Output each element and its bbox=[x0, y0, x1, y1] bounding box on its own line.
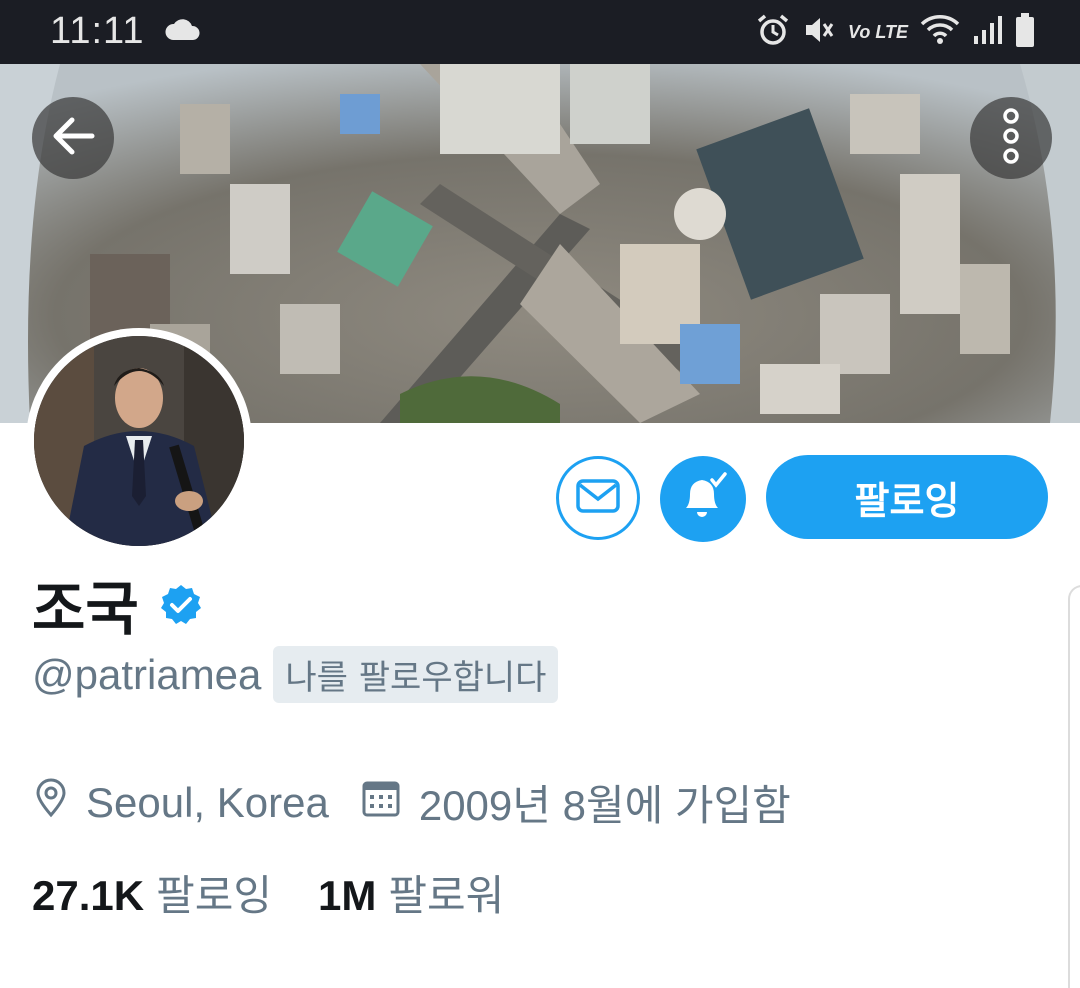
following-stat[interactable]: 27.1K 팔로잉 bbox=[32, 862, 272, 923]
profile-joined-date: 2009년 8월에 가입함 bbox=[418, 782, 791, 829]
envelope-icon bbox=[576, 479, 620, 517]
alarm-icon bbox=[756, 13, 790, 51]
following-count: 27.1K bbox=[32, 872, 145, 919]
profile-name-row: 조국 bbox=[32, 562, 203, 646]
more-options-button[interactable] bbox=[970, 97, 1052, 179]
handle-row: @patriamea 나를 팔로우합니다 bbox=[32, 646, 559, 703]
profile-meta: Seoul, Korea 2009년 8월에 가입함 bbox=[34, 772, 791, 833]
status-bar: 11:11 Vo LTE bbox=[0, 0, 1080, 64]
volte-label: Vo LTE bbox=[848, 21, 908, 42]
follows-you-badge: 나를 팔로우합니다 bbox=[273, 646, 559, 703]
battery-icon bbox=[1014, 12, 1036, 52]
status-time: 11:11 bbox=[50, 10, 145, 52]
bell-check-icon bbox=[676, 470, 730, 528]
mute-icon bbox=[802, 13, 836, 51]
back-button[interactable] bbox=[32, 97, 114, 179]
message-button[interactable] bbox=[556, 456, 640, 540]
following-button[interactable]: 팔로잉 bbox=[766, 455, 1048, 539]
location-pin-icon bbox=[34, 778, 68, 828]
profile-stats: 27.1K 팔로잉 1M 팔로워 bbox=[32, 862, 504, 923]
signal-icon bbox=[972, 14, 1002, 50]
notifications-button[interactable] bbox=[660, 456, 746, 542]
profile-handle: @patriamea bbox=[32, 650, 262, 698]
followers-count: 1M bbox=[318, 872, 377, 919]
profile-location: Seoul, Korea bbox=[86, 778, 329, 826]
avatar-photo bbox=[34, 336, 244, 546]
following-label: 팔로잉 bbox=[156, 872, 272, 919]
avatar[interactable] bbox=[26, 328, 252, 554]
calendar-icon bbox=[361, 778, 401, 828]
profile-name: 조국 bbox=[32, 575, 139, 643]
arrow-left-icon bbox=[50, 116, 96, 160]
followers-label: 팔로워 bbox=[388, 872, 505, 919]
verified-badge-icon bbox=[159, 583, 203, 631]
status-icons: Vo LTE bbox=[756, 12, 1036, 52]
more-vertical-icon bbox=[1001, 108, 1021, 168]
followers-stat[interactable]: 1M 팔로워 bbox=[318, 862, 504, 923]
wifi-icon bbox=[920, 14, 960, 50]
panel-edge bbox=[1068, 585, 1080, 988]
cloud-icon bbox=[164, 18, 202, 48]
